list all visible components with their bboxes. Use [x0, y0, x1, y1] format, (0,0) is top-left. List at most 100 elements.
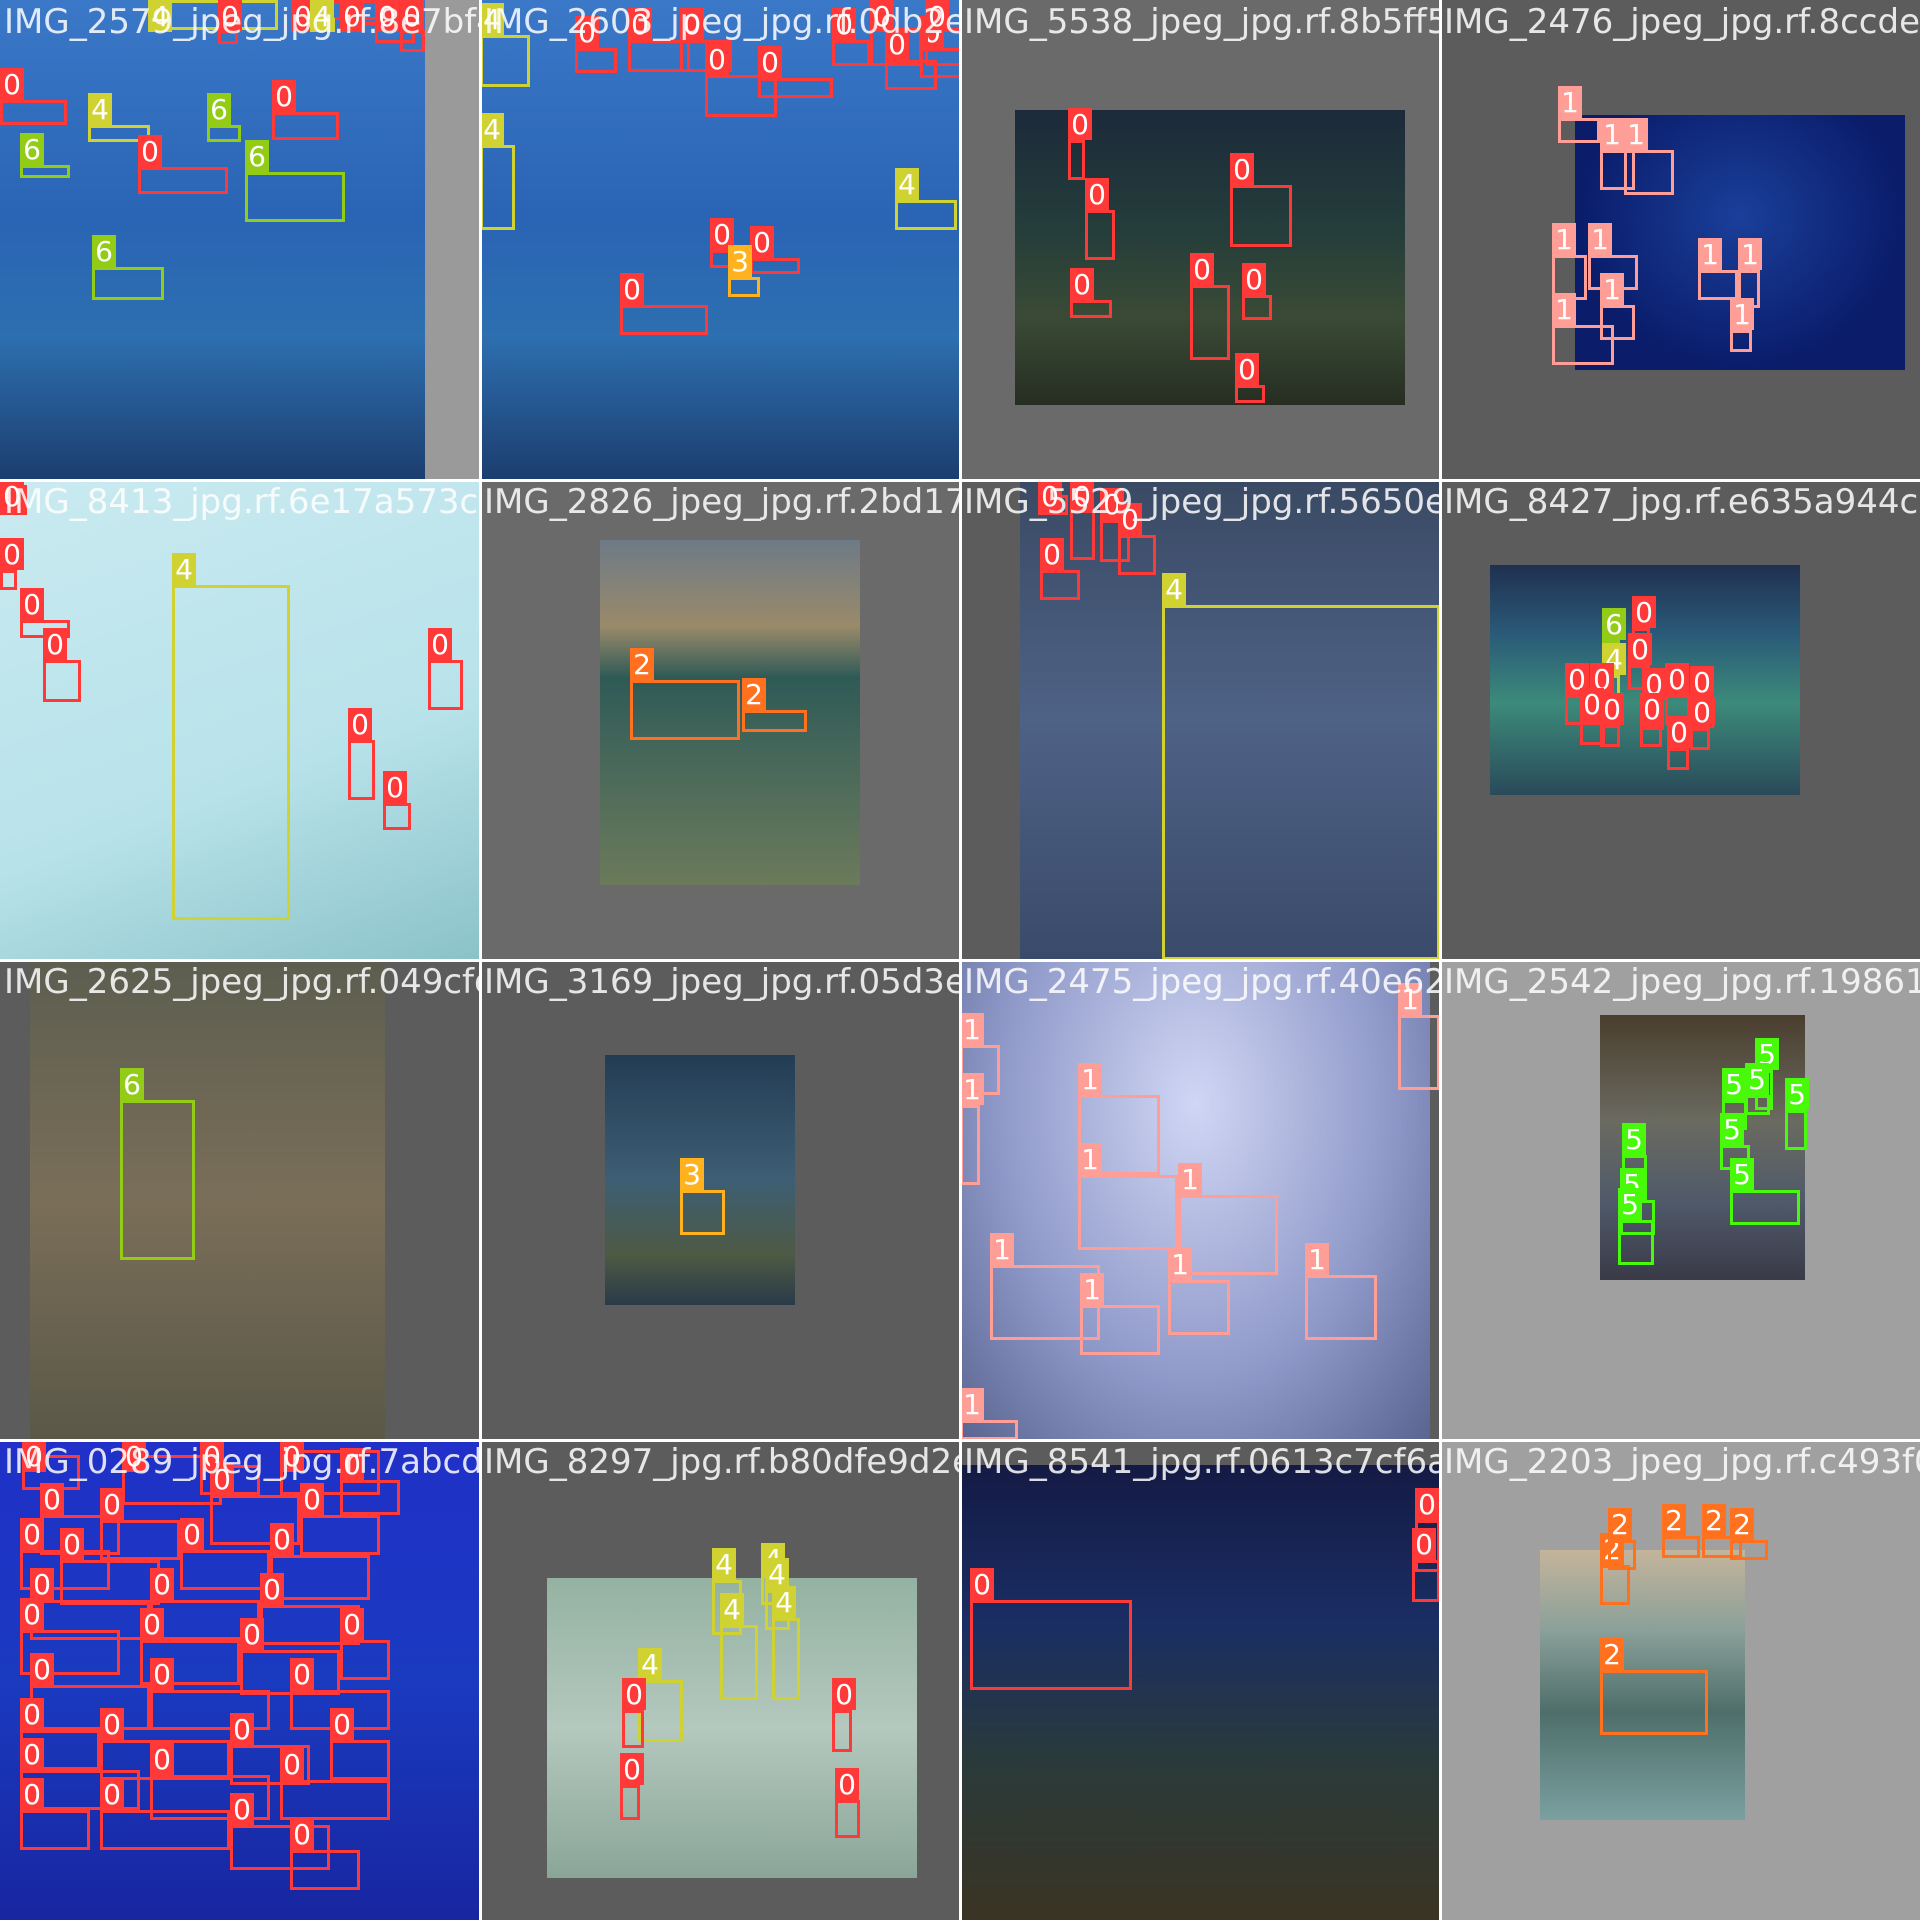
mosaic-grid: 0 4 6 0 6 0 6 6 4 0 0 4 0 0 0 IMG_2579_jpeg_jpg.rf.8e7b… — [0, 0, 1920, 1920]
grid-divider-vertical — [1439, 0, 1442, 1920]
box-outline — [120, 1100, 195, 1260]
bounding-box: 0 — [272, 80, 339, 140]
class-label: 0 — [386, 771, 404, 804]
bounding-box: 0 — [832, 1678, 856, 1752]
class-label: 1 — [1083, 1273, 1101, 1306]
class-label: 4 — [175, 553, 193, 586]
box-outline — [280, 1780, 390, 1820]
class-label: 0 — [1603, 693, 1621, 726]
class-label: 0 — [23, 1778, 41, 1811]
bounding-box: 6 — [245, 140, 345, 222]
filename-caption: IMG_3169_jpeg_jpg.rf.05d3e0f82e0b9a6b3 — [484, 962, 960, 1002]
box-outline — [172, 585, 290, 920]
bounding-box: 1 — [960, 1073, 984, 1185]
class-label: 0 — [708, 43, 726, 76]
bounding-box: 0 — [348, 708, 375, 800]
box-outline — [1698, 270, 1738, 300]
class-label: 0 — [103, 1778, 121, 1811]
image-tile: 0 4 6 0 6 0 6 6 4 0 0 4 0 0 0 IMG_2579_jpeg_jpg.rf.8e7b… — [0, 0, 480, 480]
class-label: 0 — [1643, 693, 1661, 726]
class-label: 0 — [761, 46, 779, 79]
class-label: 0 — [143, 1608, 161, 1641]
box-outline — [620, 305, 708, 335]
box-outline — [1667, 748, 1689, 770]
bounding-box: 0 — [620, 273, 708, 335]
class-label: 0 — [3, 68, 21, 101]
bounding-box: 0 — [835, 1768, 860, 1838]
bounding-box: 0 — [30, 1653, 150, 1730]
class-label: 2 — [1665, 1504, 1683, 1537]
class-label: 0 — [23, 1598, 41, 1631]
class-label: 0 — [63, 1528, 81, 1561]
box-outline — [245, 172, 345, 222]
box-outline — [758, 78, 833, 98]
bounding-box: 1 — [1600, 273, 1635, 340]
box-outline — [1690, 728, 1710, 750]
class-label: 5 — [1788, 1078, 1806, 1111]
class-label: 1 — [1555, 293, 1573, 326]
filename-caption: IMG_2475_jpeg_jpg.rf.40e62bd9b2a76a883 — [964, 962, 1440, 1002]
class-label: 0 — [283, 1748, 301, 1781]
class-label: 0 — [973, 1568, 991, 1601]
class-label: 0 — [33, 1653, 51, 1686]
box-outline — [1118, 535, 1156, 575]
class-label: 1 — [1555, 223, 1573, 256]
filename-caption: IMG_5529_jpeg_jpg.rf.5650ef5063f2cb3a6 — [964, 482, 1440, 522]
class-label: 1 — [1181, 1163, 1199, 1196]
filename-caption: IMG_8427_jpg.rf.e635a944cd2f99f0d3c — [1444, 482, 1920, 522]
detection-layer: 111 111111 11 — [960, 983, 1440, 1440]
class-label: 0 — [275, 80, 293, 113]
box-outline — [348, 740, 375, 800]
image-tile: 40000000000000440030IMG_2603_jpeg_jpg.rf… — [480, 0, 960, 480]
box-outline — [1618, 1220, 1654, 1265]
class-label: 2 — [633, 648, 651, 681]
box-outline — [480, 145, 515, 230]
filename-caption: IMG_2203_jpeg_jpg.rf.c493f00d2ce74a4e2 — [1444, 1442, 1920, 1482]
box-outline — [1070, 300, 1112, 318]
bounding-box: 0 — [270, 1523, 370, 1600]
box-outline — [960, 1420, 1018, 1440]
box-outline — [300, 1515, 380, 1555]
bounding-box: 0 — [138, 135, 228, 194]
class-label: 1 — [1591, 223, 1609, 256]
box-outline — [620, 1785, 640, 1820]
box-outline — [270, 1555, 370, 1600]
class-label: 0 — [233, 1793, 251, 1826]
box-outline — [272, 112, 339, 140]
box-outline — [428, 660, 463, 710]
bounding-box: 6 — [120, 1068, 195, 1260]
class-label: 4 — [1165, 573, 1183, 606]
class-label: 4 — [641, 1648, 659, 1681]
box-outline — [1552, 325, 1614, 365]
class-label: 0 — [3, 538, 21, 571]
box-outline — [383, 803, 411, 830]
box-outline — [180, 1550, 270, 1590]
bounding-box: 0 — [383, 771, 411, 830]
bounding-box: 0 — [43, 628, 81, 702]
class-label: 6 — [95, 235, 113, 268]
class-label: 0 — [233, 1713, 251, 1746]
bounding-box: 0 — [1070, 268, 1112, 318]
class-label: 2 — [1611, 1508, 1629, 1541]
bounding-box: 0 — [1690, 696, 1714, 750]
bounding-box: 1 — [1698, 238, 1738, 300]
bounding-box: 0 — [622, 1678, 646, 1748]
class-label: 0 — [23, 1518, 41, 1551]
class-label: 0 — [431, 628, 449, 661]
class-label: 4 — [91, 93, 109, 126]
class-label: 0 — [23, 1738, 41, 1771]
box-outline — [1242, 295, 1272, 320]
class-label: 0 — [1193, 253, 1211, 286]
image-tile: 555555555 IMG_2542_jpeg_jpg.rf.19861bd3ad… — [1440, 960, 1920, 1440]
class-label: 1 — [1603, 273, 1621, 306]
bounding-box: 1 — [1305, 1243, 1377, 1340]
class-label: 0 — [33, 1568, 51, 1601]
box-outline — [1600, 305, 1635, 340]
bounding-box: 0 — [1235, 353, 1265, 403]
box-outline — [1305, 1275, 1377, 1340]
class-label: 5 — [1748, 1063, 1766, 1096]
bounding-box: 0 — [290, 1818, 360, 1890]
box-outline — [895, 200, 957, 230]
class-label: 0 — [153, 1568, 171, 1601]
bounding-box: 0 — [1242, 263, 1272, 320]
